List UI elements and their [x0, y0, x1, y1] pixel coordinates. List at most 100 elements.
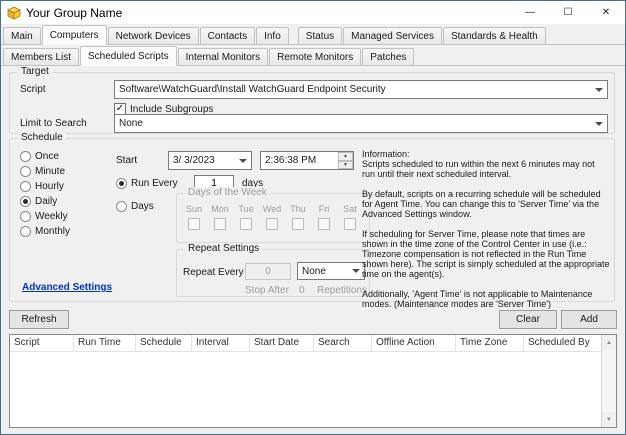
- repeat-settings-label: Repeat Settings: [185, 243, 263, 254]
- frequency-label-daily: Daily: [35, 196, 58, 207]
- start-date-value: 3/ 3/2023: [173, 155, 215, 166]
- weekday-checkbox: [240, 218, 252, 230]
- weekday-checkbox: [266, 218, 278, 230]
- script-select-value: Software\WatchGuard\Install WatchGuard E…: [119, 84, 386, 95]
- tab-status[interactable]: Status: [297, 27, 343, 45]
- weekday-fri: Fri: [311, 204, 337, 230]
- weekday-sun: Sun: [181, 204, 207, 230]
- radio-icon[interactable]: [116, 178, 127, 189]
- target-group: Target Script Software\WatchGuard\Instal…: [9, 66, 615, 134]
- tab-patches[interactable]: Patches: [362, 48, 415, 66]
- weekday-wed: Wed: [259, 204, 285, 230]
- frequency-label-monthly: Monthly: [35, 226, 71, 237]
- radio-icon[interactable]: [20, 181, 31, 192]
- radio-icon[interactable]: [20, 226, 31, 237]
- run-every-option[interactable]: Run Every: [116, 178, 178, 189]
- table-header-row: Script Run Time Schedule Interval Start …: [10, 335, 601, 352]
- window-controls: — ☐ ✕: [511, 1, 625, 24]
- tab-computers[interactable]: Computers: [41, 25, 107, 45]
- radio-icon[interactable]: [20, 151, 31, 162]
- table-vertical-scrollbar[interactable]: ▲ ▼: [601, 335, 616, 427]
- days-of-week-group: Days of the Week Sun Mon Tue Wed Thu Fri…: [176, 187, 370, 243]
- stop-after-label: Stop After: [245, 285, 289, 296]
- column-header-schedule[interactable]: Schedule: [136, 335, 192, 351]
- group-config-window: Your Group Name — ☐ ✕ Main Computers Net…: [0, 0, 626, 435]
- spinner-up-icon[interactable]: ▲: [338, 152, 353, 161]
- repetitions-label: Repetitions: [317, 285, 368, 296]
- chevron-down-icon: [591, 115, 607, 132]
- group-icon: [7, 6, 21, 20]
- schedule-group-label: Schedule: [18, 132, 66, 143]
- tab-network-devices[interactable]: Network Devices: [107, 27, 199, 45]
- start-date-picker[interactable]: 3/ 3/2023: [168, 151, 252, 170]
- maximize-icon[interactable]: ☐: [549, 1, 587, 24]
- frequency-option-weekly[interactable]: Weekly: [20, 211, 68, 222]
- weekday-checkbox: [344, 218, 356, 230]
- tab-standards-health[interactable]: Standards & Health: [442, 27, 546, 45]
- tab-remote-monitors[interactable]: Remote Monitors: [269, 48, 362, 66]
- main-tab-bar: Main Computers Network Devices Contacts …: [1, 24, 625, 45]
- titlebar: Your Group Name — ☐ ✕: [1, 1, 625, 24]
- frequency-label-once: Once: [35, 151, 59, 162]
- tab-info[interactable]: Info: [256, 27, 289, 45]
- stop-after-value: 0: [299, 285, 305, 296]
- column-header-scheduled-by[interactable]: Scheduled By: [524, 335, 601, 351]
- weekday-checkbox: [292, 218, 304, 230]
- tab-contacts[interactable]: Contacts: [199, 27, 256, 45]
- column-header-time-zone[interactable]: Time Zone: [456, 335, 524, 351]
- start-time-value: 2:36:38 PM: [265, 155, 317, 166]
- spinner-down-icon[interactable]: ▼: [338, 160, 353, 169]
- refresh-button[interactable]: Refresh: [9, 310, 69, 329]
- advanced-settings-link[interactable]: Advanced Settings: [22, 282, 112, 293]
- scheduled-scripts-page: Target Script Software\WatchGuard\Instal…: [1, 66, 625, 434]
- tab-managed-services[interactable]: Managed Services: [343, 27, 442, 45]
- start-time-picker[interactable]: 2:36:38 PM ▲ ▼: [260, 151, 354, 170]
- frequency-label-minute: Minute: [35, 166, 66, 177]
- tab-internal-monitors[interactable]: Internal Monitors: [177, 48, 269, 66]
- radio-icon[interactable]: [20, 196, 31, 207]
- chevron-down-icon: [591, 81, 607, 98]
- frequency-option-minute[interactable]: Minute: [20, 166, 65, 177]
- chevron-down-icon: [235, 152, 251, 169]
- limit-to-search-select[interactable]: None: [114, 114, 608, 133]
- scroll-up-icon[interactable]: ▲: [602, 335, 616, 350]
- tab-members-list[interactable]: Members List: [3, 48, 80, 66]
- scroll-down-icon[interactable]: ▼: [602, 412, 616, 427]
- frequency-option-monthly[interactable]: Monthly: [20, 226, 70, 237]
- tab-scheduled-scripts[interactable]: Scheduled Scripts: [80, 46, 177, 66]
- weekday-mon: Mon: [207, 204, 233, 230]
- radio-icon[interactable]: [116, 201, 127, 212]
- frequency-option-once[interactable]: Once: [20, 151, 59, 162]
- frequency-option-hourly[interactable]: Hourly: [20, 181, 64, 192]
- column-header-script[interactable]: Script: [10, 335, 74, 351]
- column-header-search[interactable]: Search: [314, 335, 372, 351]
- repeat-settings-group: Repeat Settings Repeat Every None Stop A…: [176, 243, 370, 297]
- add-button[interactable]: Add: [561, 310, 617, 329]
- weekday-checkbox: [188, 218, 200, 230]
- repeat-unit-select[interactable]: None: [297, 262, 365, 280]
- table-body-empty: [10, 352, 601, 427]
- clear-button[interactable]: Clear: [499, 310, 557, 329]
- weekday-tue: Tue: [233, 204, 259, 230]
- days-option[interactable]: Days: [116, 201, 154, 212]
- target-group-label: Target: [18, 66, 52, 77]
- include-subgroups-label[interactable]: Include Subgroups: [130, 104, 213, 115]
- weekday-checkbox: [214, 218, 226, 230]
- weekday-thu: Thu: [285, 204, 311, 230]
- minimize-icon[interactable]: —: [511, 1, 549, 24]
- frequency-option-daily[interactable]: Daily: [20, 196, 57, 207]
- repeat-unit-value: None: [302, 265, 326, 277]
- column-header-start-date[interactable]: Start Date: [250, 335, 314, 351]
- limit-to-search-label: Limit to Search: [20, 118, 87, 129]
- tab-main[interactable]: Main: [3, 27, 41, 45]
- column-header-offline-action[interactable]: Offline Action: [372, 335, 456, 351]
- radio-icon[interactable]: [20, 166, 31, 177]
- column-header-interval[interactable]: Interval: [192, 335, 250, 351]
- script-select[interactable]: Software\WatchGuard\Install WatchGuard E…: [114, 80, 608, 99]
- column-header-run-time[interactable]: Run Time: [74, 335, 136, 351]
- close-icon[interactable]: ✕: [587, 1, 625, 24]
- radio-icon[interactable]: [20, 211, 31, 222]
- days-option-label: Days: [131, 201, 154, 212]
- repeat-every-label: Repeat Every: [183, 267, 244, 278]
- schedule-group: Schedule Once Minute Hourly Daily Weekly: [9, 132, 615, 309]
